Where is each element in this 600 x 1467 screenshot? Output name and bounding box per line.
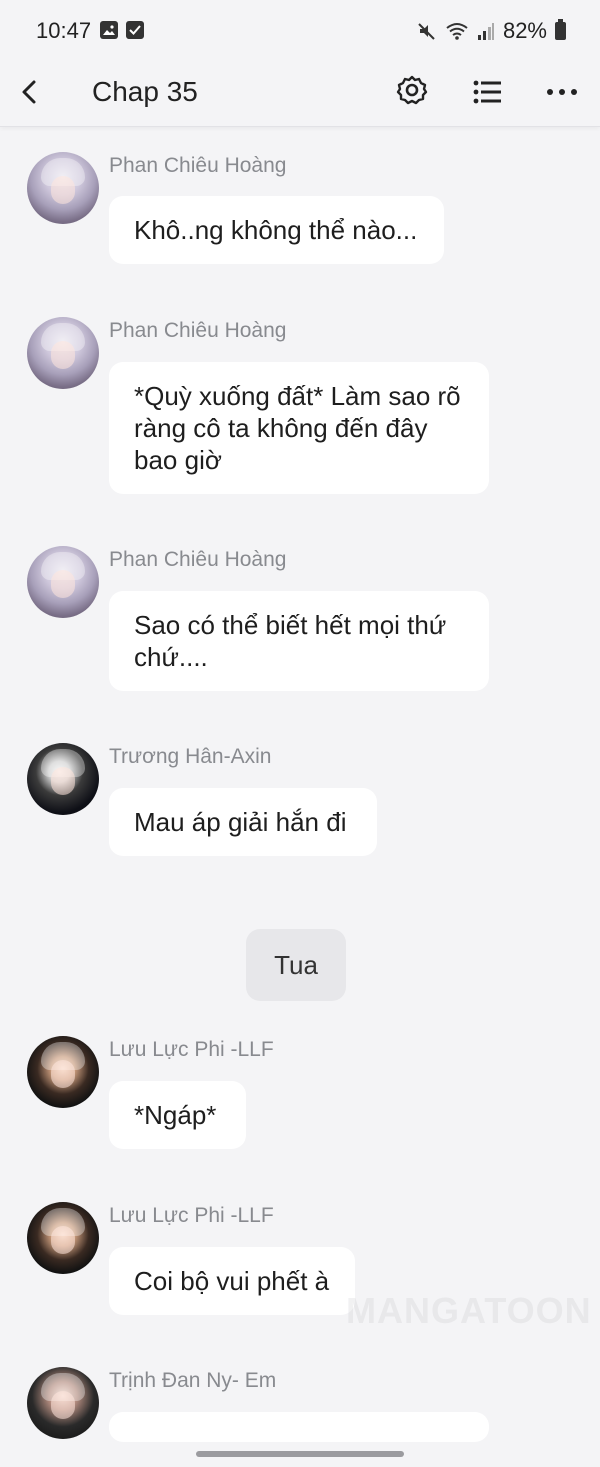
- status-left-icons: [100, 21, 144, 39]
- battery-percent: 82%: [502, 18, 547, 43]
- gallery-icon: [100, 21, 118, 39]
- back-button[interactable]: [14, 74, 50, 110]
- avatar[interactable]: [27, 743, 99, 815]
- home-indicator[interactable]: [196, 1451, 404, 1457]
- message-bubble: Khô..ng không thể nào...: [109, 196, 444, 264]
- message-bubble: Sao có thể biết hết mọi thứ chứ....: [109, 591, 489, 691]
- message-bubble: Mau áp giải hắn đi: [109, 788, 377, 856]
- message-bubble-partial: [109, 1412, 489, 1442]
- settings-button[interactable]: [394, 72, 430, 108]
- avatar-face: [51, 1060, 75, 1088]
- chapter-list-button[interactable]: [470, 74, 506, 110]
- mute-icon: [418, 23, 435, 40]
- checkbox-icon: [126, 21, 144, 39]
- message-bubble: *Quỳ xuống đất* Làm sao rõ ràng cô ta kh…: [109, 362, 489, 494]
- sender-name: Lưu Lực Phi -LLF: [109, 1204, 274, 1227]
- wifi-icon: [446, 23, 468, 40]
- status-bar: 10:47 82%: [0, 0, 600, 62]
- sender-name: Phan Chiêu Hoàng: [109, 548, 287, 571]
- signal-icon: [477, 23, 494, 40]
- watermark-logo: MANGATOON: [346, 1290, 592, 1331]
- battery-icon: [555, 19, 566, 40]
- status-time: 10:47: [36, 18, 92, 43]
- page-title: Chap 35: [92, 76, 198, 107]
- sender-name: Phan Chiêu Hoàng: [109, 319, 287, 342]
- sender-name: Trương Hân-Axin: [109, 745, 272, 768]
- avatar-face: [51, 767, 75, 795]
- avatar-face: [51, 176, 75, 204]
- more-options-button[interactable]: [544, 74, 580, 110]
- status-right: 82%: [417, 18, 566, 44]
- sender-name: Lưu Lực Phi -LLF: [109, 1038, 274, 1061]
- message-bubble: *Ngáp*: [109, 1081, 246, 1149]
- avatar[interactable]: [27, 1036, 99, 1108]
- avatar[interactable]: [27, 1202, 99, 1274]
- list-icon: [473, 80, 501, 104]
- gear-icon: [396, 75, 428, 105]
- chevron-left-icon: [22, 80, 36, 104]
- more-horizontal-icon: [547, 89, 577, 95]
- top-app-bar: Chap 35: [0, 62, 600, 127]
- avatar[interactable]: [27, 1367, 99, 1439]
- avatar-face: [51, 1226, 75, 1254]
- narration-bubble: Tua: [246, 929, 346, 1001]
- avatar[interactable]: [27, 546, 99, 618]
- avatar[interactable]: [27, 317, 99, 389]
- avatar-face: [51, 570, 75, 598]
- avatar[interactable]: [27, 152, 99, 224]
- sender-name: Trịnh Đan Ny- Em: [109, 1369, 277, 1392]
- avatar-face: [51, 341, 75, 369]
- message-bubble: Coi bộ vui phết à: [109, 1247, 355, 1315]
- avatar-face: [51, 1391, 75, 1419]
- sender-name: Phan Chiêu Hoàng: [109, 154, 287, 177]
